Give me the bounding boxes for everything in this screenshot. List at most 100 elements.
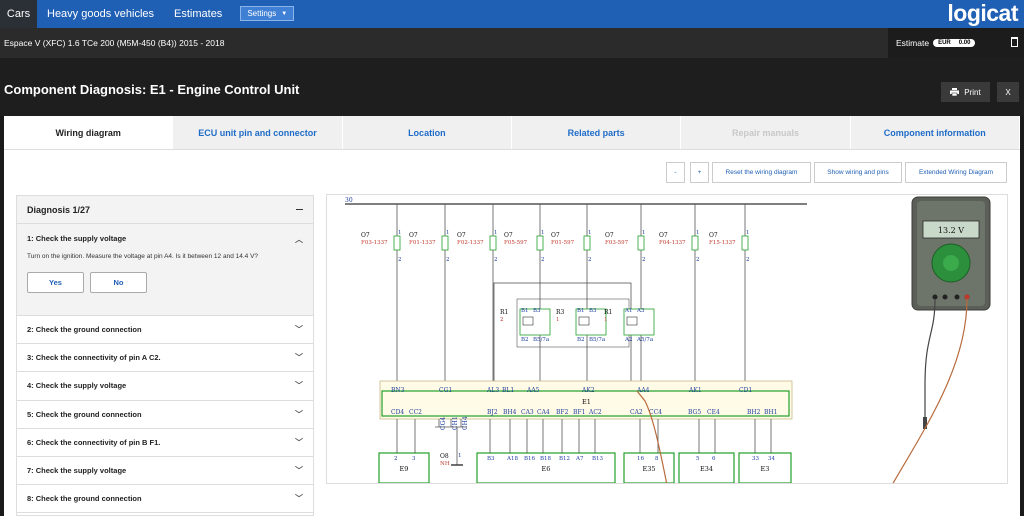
connector-pin: A18 — [506, 456, 518, 462]
tab-component-information[interactable]: Component information — [850, 116, 1020, 149]
chevron-down-icon: ﹀ — [295, 325, 303, 335]
fuse-symbol — [441, 235, 449, 251]
connector-name: E6 — [542, 465, 551, 473]
chevron-up-icon: ︿ — [295, 235, 303, 244]
tab-location[interactable]: Location — [342, 116, 512, 149]
relay-pin: B2 — [521, 337, 529, 343]
fuse-pin: 1 — [494, 230, 498, 236]
ecu-pin: AA5 — [526, 387, 540, 394]
tab-ecu-pin-connector[interactable]: ECU unit pin and connector — [173, 116, 343, 149]
extended-diagram-button[interactable]: Extended Wiring Diagram — [905, 162, 1007, 183]
zoom-out-button[interactable]: - — [666, 162, 685, 183]
probe-wire-red — [892, 298, 968, 483]
step-header[interactable]: 1: Check the supply voltage ︿ — [27, 234, 303, 245]
diagnosis-title: Diagnosis 1/27 — [27, 204, 91, 215]
fuse-pin: 2 — [398, 257, 402, 263]
yes-button[interactable]: Yes — [27, 272, 84, 293]
relay-pin: B1 — [577, 308, 585, 314]
diagnosis-step[interactable]: 4: Check the supply voltage ﹀ — [17, 372, 313, 401]
connector-pin: A7 — [575, 456, 584, 462]
diagnosis-step[interactable]: 3: Check the connectivity of pin A C2. ﹀ — [17, 344, 313, 373]
fuse-name: F15-1337 — [709, 240, 736, 246]
close-button[interactable]: X — [997, 82, 1019, 102]
ground-sub: NH — [440, 461, 450, 467]
step-label: 6: Check the connectivity of pin B F1. — [27, 437, 161, 447]
fuse-symbol — [536, 235, 544, 251]
ecu-pin: AK1 — [688, 387, 702, 394]
reset-diagram-button[interactable]: Reset the wiring diagram — [712, 162, 811, 183]
trash-icon[interactable] — [1011, 37, 1018, 47]
ecu-pin: BJ2 — [487, 409, 498, 416]
fuse-pin: 2 — [494, 257, 498, 263]
fuse-name: F05-597 — [504, 240, 528, 246]
printer-icon — [950, 88, 960, 96]
fuse-name: F02-1337 — [457, 240, 484, 246]
relay-num: 2 — [500, 317, 504, 323]
ecu-pin: CG4 — [440, 417, 447, 430]
nav-tab-estimates[interactable]: Estimates — [164, 0, 232, 28]
estimate-widget[interactable]: Estimate EUR 0.00 — [888, 28, 1024, 58]
connector-pin: 8 — [655, 456, 659, 462]
top-navigation: Cars Heavy goods vehicles Estimates Sett… — [0, 0, 1024, 28]
chevron-down-icon: ▼ — [281, 10, 288, 17]
settings-label: Settings — [247, 9, 277, 18]
diagnosis-panel: Diagnosis 1/27 1: Check the supply volta… — [16, 195, 314, 516]
relay-pin: B3 — [533, 308, 541, 314]
settings-dropdown[interactable]: Settings ▼ — [240, 6, 295, 21]
fuse-name: F03-597 — [605, 240, 629, 246]
ecu-pin: BH1 — [764, 409, 777, 416]
ecu-pin: CH4 — [462, 416, 469, 430]
relay-pin: B5/7a — [589, 337, 606, 343]
connector-pin: B16 — [524, 456, 536, 462]
probe-wire-black — [924, 298, 936, 420]
fuse-name: F01-597 — [551, 240, 575, 246]
ecu-pin: AC2 — [588, 409, 602, 416]
connector-pin: 33 — [752, 456, 759, 462]
diagnosis-step[interactable]: 8: Check the ground connection ﹀ — [17, 485, 313, 514]
fuse-pin: 2 — [588, 257, 592, 263]
connector-name: E35 — [642, 465, 655, 473]
ecu-pin: BH2 — [747, 409, 761, 416]
diagnosis-step[interactable]: 5: Check the ground connection ﹀ — [17, 401, 313, 429]
no-button[interactable]: No — [90, 272, 147, 293]
nav-tab-cars[interactable]: Cars — [0, 0, 37, 28]
fuse-code: O7 — [605, 232, 614, 239]
multimeter-knob — [943, 255, 959, 271]
zoom-in-button[interactable]: + — [690, 162, 709, 183]
diagnosis-step[interactable]: 7: Check the supply voltage ﹀ — [17, 457, 313, 486]
fuse-code: O7 — [409, 232, 418, 239]
fuse-pin: 2 — [446, 257, 450, 263]
wiring-diagram-canvas[interactable]: 30O7F03-133712O7F01-133712O7F02-133712O7… — [327, 195, 1008, 484]
connector-pin: B13 — [592, 456, 604, 462]
ecu-pin: CA4 — [537, 409, 550, 416]
connector-pin: 16 — [637, 456, 644, 462]
diagnosis-step[interactable]: 6: Check the connectivity of pin B F1. ﹀ — [17, 429, 313, 457]
fuse-symbol — [583, 235, 591, 251]
nav-tab-heavy-goods[interactable]: Heavy goods vehicles — [37, 0, 164, 28]
diagnosis-step[interactable]: 2: Check the ground connection ﹀ — [17, 316, 313, 345]
tab-related-parts[interactable]: Related parts — [511, 116, 682, 149]
multimeter-jack — [932, 294, 938, 300]
fuse-code: O7 — [361, 232, 370, 239]
diagnosis-header[interactable]: Diagnosis 1/27 — [17, 196, 313, 224]
tab-wiring-diagram[interactable]: Wiring diagram — [4, 116, 174, 149]
ecu-pin: BF1 — [573, 409, 585, 416]
fuse-code: O7 — [551, 232, 560, 239]
relay-pin: B3 — [589, 308, 597, 314]
relay-name: R1 — [604, 309, 612, 316]
fuse-pin: 1 — [446, 230, 450, 236]
fuse-name: F04-1337 — [659, 240, 686, 246]
show-wiring-button[interactable]: Show wiring and pins — [814, 162, 902, 183]
chevron-down-icon: ﹀ — [295, 437, 303, 447]
fuse-code: O7 — [457, 232, 466, 239]
fuse-pin: 2 — [642, 257, 646, 263]
fuse-pin: 2 — [541, 257, 545, 263]
collapse-icon[interactable] — [296, 209, 303, 210]
multimeter-reading: 13.2 V — [938, 226, 964, 235]
wiring-diagram[interactable]: 30 O7 F03-1337 1 2 O7 F01-1337 1 2 O7 F02-1337 1 2 O7… — [326, 194, 1008, 484]
step-label: 8: Check the ground connection — [27, 494, 142, 504]
print-button[interactable]: Print — [941, 82, 990, 102]
ecu-pin: BF2 — [556, 409, 569, 416]
ecu-pin: CH1 — [452, 416, 459, 430]
relay-pin: B5/7a — [533, 337, 550, 343]
